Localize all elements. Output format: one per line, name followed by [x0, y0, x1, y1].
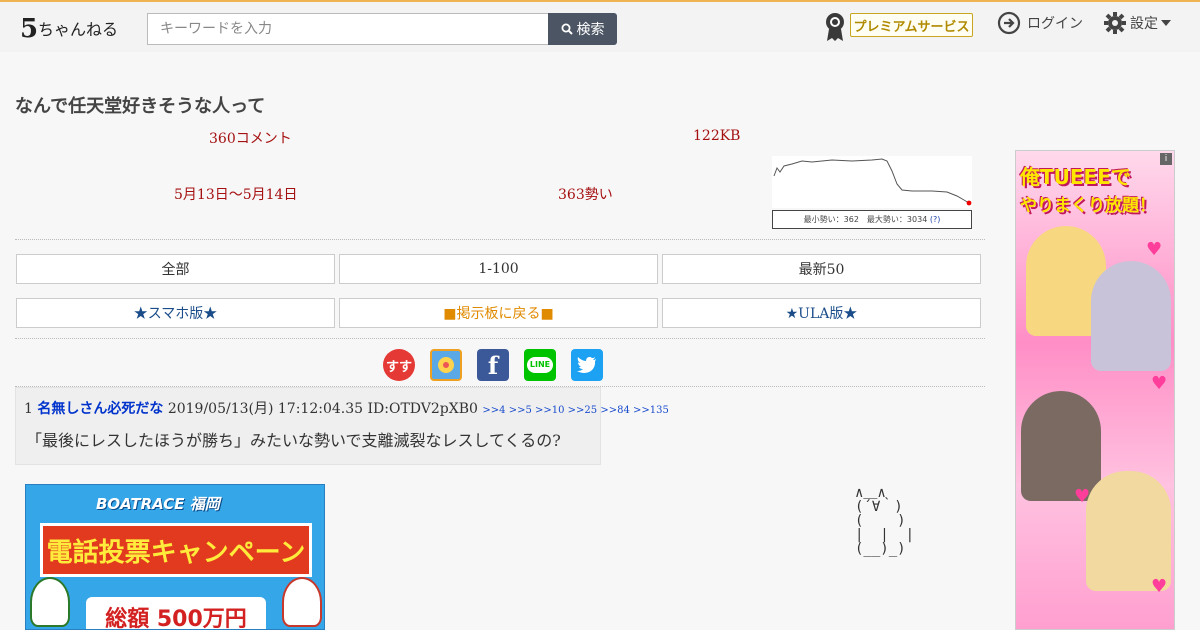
- smartphone-version-button[interactable]: ★スマホ版★: [16, 298, 335, 328]
- momentum-graph-label: 最小勢い：362 最大勢い：3034 (?): [772, 210, 972, 229]
- reply-link[interactable]: >>10: [535, 405, 564, 416]
- boatrace-prize: 総額 500万円: [86, 597, 266, 629]
- line-icon: LINE: [526, 357, 554, 373]
- nav-range-button[interactable]: 1-100: [339, 254, 658, 284]
- search-icon: [561, 23, 573, 35]
- premium-label: プレミアムサービス: [853, 19, 970, 35]
- graph-help-link[interactable]: (?): [930, 215, 941, 224]
- ad-character-4: [1086, 471, 1171, 591]
- search-button-label: 検索: [576, 22, 605, 38]
- reply-link[interactable]: >>25: [568, 405, 597, 416]
- twitter-bird-icon: [577, 357, 596, 373]
- settings-button[interactable]: 設定: [1103, 11, 1171, 35]
- nav-latest-button[interactable]: 最新50: [662, 254, 981, 284]
- comment-count: 360コメント: [209, 131, 292, 147]
- ascii-art: ∧＿∧ (´∀｀) ( ) | | | (__)_): [855, 485, 915, 557]
- post-author[interactable]: 名無しさん必死だな: [37, 401, 163, 417]
- ad-character-3: [1021, 391, 1101, 501]
- matome-share-button[interactable]: [430, 349, 462, 381]
- heart-icon: ♥: [1146, 239, 1163, 260]
- divider: [15, 239, 985, 240]
- login-icon: [997, 11, 1021, 35]
- svg-text:5: 5: [20, 14, 38, 41]
- search-input[interactable]: [147, 13, 549, 45]
- ad-character-2: [1091, 261, 1171, 371]
- svg-text:ちゃんねる: ちゃんねる: [38, 20, 116, 39]
- premium-service-button[interactable]: プレミアムサービス: [850, 13, 973, 37]
- twitter-share-button[interactable]: [571, 349, 603, 381]
- matome-icon: [438, 357, 454, 373]
- nav-all-button[interactable]: 全部: [16, 254, 335, 284]
- top-bar: 5 ちゃんねる 検索 プレミアムサービス ログイン 設定: [0, 0, 1200, 52]
- thread-title: なんで任天堂好きそうな人って: [15, 96, 266, 117]
- momentum-graph: [772, 156, 972, 208]
- boatrace-headline: 電話投票キャンペーン: [40, 523, 312, 577]
- site-logo[interactable]: 5 ちゃんねる: [20, 13, 116, 41]
- boatrace-brand-bar: BOATRACE 福岡: [96, 495, 220, 513]
- momentum: 363勢い: [558, 187, 613, 203]
- post-id[interactable]: ID:OTDV2pXB0: [368, 401, 478, 417]
- boatrace-ad[interactable]: BOATRACE 福岡 電話投票キャンペーン 総額 500万円: [25, 484, 325, 630]
- search-button[interactable]: 検索: [548, 13, 617, 45]
- post-1: 1 名無しさん必死だな 2019/05/13(月) 17:12:04.35 ID…: [15, 387, 669, 465]
- susu-share-button[interactable]: すす: [383, 349, 415, 381]
- heart-icon: ♥: [1151, 576, 1168, 597]
- facebook-share-button[interactable]: f: [477, 349, 509, 381]
- side-ad-line2: やりまくり放題！: [1020, 196, 1156, 216]
- post-body: 「最後にレスしたほうが勝ち」みたいな勢いで支離滅裂なレスしてくるの?: [26, 431, 561, 450]
- side-ad-line1: 俺TUEEEで: [1020, 165, 1131, 189]
- ad-info-badge[interactable]: i: [1160, 153, 1172, 165]
- post-datetime: 2019/05/13(月) 17:12:04.35: [167, 401, 364, 417]
- boatrace-mascot-left: [30, 577, 70, 627]
- date-range: 5月13日〜5月14日: [174, 187, 298, 203]
- reply-link[interactable]: >>4: [482, 405, 505, 416]
- heart-icon: ♥: [1074, 486, 1091, 507]
- reply-link[interactable]: >>135: [633, 405, 669, 416]
- heart-icon: ♥: [1151, 373, 1168, 394]
- login-label: ログイン: [1027, 16, 1083, 32]
- line-share-button[interactable]: LINE: [524, 349, 556, 381]
- facebook-icon: f: [487, 350, 499, 380]
- thread-size: 122KB: [693, 128, 741, 144]
- divider: [15, 338, 985, 339]
- chevron-down-icon: [1161, 20, 1171, 26]
- side-banner-ad[interactable]: i 俺TUEEEで やりまくり放題！ ♥ ♥ ♥ ♥: [1015, 150, 1175, 630]
- back-to-board-button[interactable]: ■掲示板に戻る■: [339, 298, 658, 328]
- post-header: 1 名無しさん必死だな 2019/05/13(月) 17:12:04.35 ID…: [24, 398, 669, 418]
- ula-version-button[interactable]: ★ULA版★: [662, 298, 981, 328]
- gear-icon: [1104, 12, 1126, 34]
- post-number: 1: [24, 401, 33, 417]
- reply-link[interactable]: >>84: [600, 405, 629, 416]
- reply-link[interactable]: >>5: [509, 405, 532, 416]
- settings-label: 設定: [1130, 16, 1158, 32]
- login-button[interactable]: ログイン: [997, 11, 1083, 35]
- premium-medal-icon: [826, 13, 844, 41]
- boatrace-mascot-right: [282, 577, 322, 627]
